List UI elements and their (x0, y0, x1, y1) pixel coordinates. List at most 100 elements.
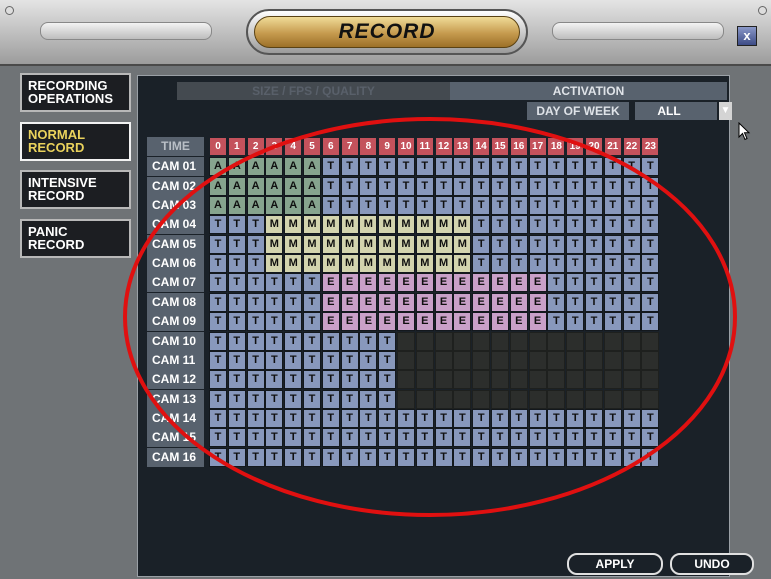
camera-label[interactable]: CAM 15 (147, 428, 204, 448)
schedule-cell[interactable]: T (641, 292, 660, 312)
camera-label[interactable]: CAM 02 (147, 176, 204, 196)
schedule-cell[interactable]: E (434, 273, 453, 293)
sidebar-item-panic-record[interactable]: PANIC RECORD (20, 219, 131, 258)
schedule-cell[interactable]: T (303, 389, 321, 409)
schedule-cell[interactable]: E (397, 273, 415, 293)
schedule-cell[interactable] (397, 331, 415, 351)
schedule-cell[interactable]: T (209, 215, 227, 235)
schedule-cell[interactable]: A (246, 157, 265, 177)
schedule-cell[interactable] (397, 389, 415, 409)
schedule-cell[interactable]: T (622, 215, 641, 235)
schedule-cell[interactable]: T (209, 254, 227, 274)
schedule-cell[interactable]: T (209, 447, 227, 467)
schedule-cell[interactable] (603, 370, 622, 390)
hour-header-11[interactable]: 11 (415, 137, 434, 156)
camera-label[interactable]: CAM 03 (147, 196, 204, 216)
apply-button[interactable]: APPLY (567, 553, 663, 575)
schedule-cell[interactable] (547, 370, 566, 390)
schedule-cell[interactable]: M (378, 254, 397, 274)
schedule-cell[interactable]: M (340, 215, 359, 235)
schedule-cell[interactable]: T (284, 292, 303, 312)
schedule-cell[interactable]: T (472, 447, 491, 467)
schedule-cell[interactable] (397, 370, 415, 390)
schedule-cell[interactable]: T (284, 350, 303, 370)
schedule-cell[interactable] (472, 350, 491, 370)
schedule-cell[interactable]: T (246, 389, 265, 409)
schedule-cell[interactable]: A (209, 176, 227, 196)
schedule-cell[interactable] (585, 389, 603, 409)
schedule-cell[interactable]: E (528, 312, 547, 332)
schedule-cell[interactable]: T (246, 447, 265, 467)
schedule-cell[interactable]: E (491, 312, 509, 332)
schedule-cell[interactable]: E (528, 292, 547, 312)
schedule-cell[interactable]: T (359, 447, 378, 467)
schedule-cell[interactable]: T (641, 215, 660, 235)
schedule-cell[interactable]: T (641, 408, 660, 428)
schedule-cell[interactable]: T (528, 234, 547, 254)
schedule-cell[interactable] (528, 350, 547, 370)
schedule-cell[interactable]: T (453, 196, 472, 216)
schedule-cell[interactable] (491, 370, 509, 390)
schedule-cell[interactable]: T (246, 234, 265, 254)
schedule-cell[interactable]: T (585, 234, 603, 254)
camera-label[interactable]: CAM 05 (147, 234, 204, 254)
schedule-cell[interactable]: T (284, 408, 303, 428)
schedule-cell[interactable]: T (547, 234, 566, 254)
schedule-cell[interactable]: T (227, 215, 246, 235)
schedule-cell[interactable]: E (509, 292, 528, 312)
schedule-cell[interactable]: T (622, 428, 641, 448)
schedule-cell[interactable]: T (227, 350, 246, 370)
schedule-cell[interactable]: T (227, 254, 246, 274)
schedule-cell[interactable]: T (603, 157, 622, 177)
schedule-cell[interactable]: T (227, 389, 246, 409)
hour-header-1[interactable]: 1 (227, 137, 246, 156)
schedule-cell[interactable]: T (303, 370, 321, 390)
schedule-cell[interactable]: T (434, 176, 453, 196)
schedule-cell[interactable]: M (434, 254, 453, 274)
hour-header-18[interactable]: 18 (547, 137, 566, 156)
schedule-cell[interactable]: T (585, 312, 603, 332)
schedule-cell[interactable]: T (284, 370, 303, 390)
schedule-cell[interactable]: T (397, 196, 415, 216)
schedule-cell[interactable]: T (528, 196, 547, 216)
schedule-cell[interactable]: T (434, 428, 453, 448)
schedule-cell[interactable]: T (265, 350, 284, 370)
schedule-cell[interactable]: T (246, 408, 265, 428)
schedule-cell[interactable]: T (472, 428, 491, 448)
hour-header-17[interactable]: 17 (528, 137, 547, 156)
schedule-cell[interactable]: T (547, 157, 566, 177)
schedule-cell[interactable]: T (321, 370, 340, 390)
schedule-cell[interactable]: T (528, 176, 547, 196)
schedule-cell[interactable]: E (359, 273, 378, 293)
hour-header-5[interactable]: 5 (303, 137, 321, 156)
schedule-cell[interactable]: M (434, 234, 453, 254)
undo-button[interactable]: UNDO (670, 553, 754, 575)
schedule-cell[interactable]: T (641, 157, 660, 177)
schedule-cell[interactable]: E (472, 292, 491, 312)
schedule-cell[interactable]: T (227, 370, 246, 390)
schedule-cell[interactable] (641, 350, 660, 370)
schedule-cell[interactable]: M (340, 234, 359, 254)
schedule-cell[interactable]: T (340, 370, 359, 390)
camera-label[interactable]: CAM 04 (147, 215, 204, 235)
hour-header-4[interactable]: 4 (284, 137, 303, 156)
schedule-cell[interactable]: T (303, 292, 321, 312)
schedule-cell[interactable]: T (265, 331, 284, 351)
schedule-cell[interactable]: T (566, 408, 585, 428)
schedule-cell[interactable]: M (397, 254, 415, 274)
schedule-cell[interactable]: T (321, 389, 340, 409)
schedule-cell[interactable] (509, 370, 528, 390)
schedule-cell[interactable]: M (415, 254, 434, 274)
schedule-cell[interactable]: T (378, 196, 397, 216)
schedule-cell[interactable] (603, 331, 622, 351)
schedule-cell[interactable]: T (321, 196, 340, 216)
schedule-cell[interactable]: T (509, 215, 528, 235)
schedule-cell[interactable] (509, 331, 528, 351)
schedule-cell[interactable]: T (397, 408, 415, 428)
hour-header-2[interactable]: 2 (246, 137, 265, 156)
schedule-cell[interactable]: T (603, 292, 622, 312)
schedule-cell[interactable]: T (340, 408, 359, 428)
schedule-cell[interactable]: A (209, 157, 227, 177)
schedule-cell[interactable]: T (303, 312, 321, 332)
schedule-cell[interactable]: T (321, 447, 340, 467)
